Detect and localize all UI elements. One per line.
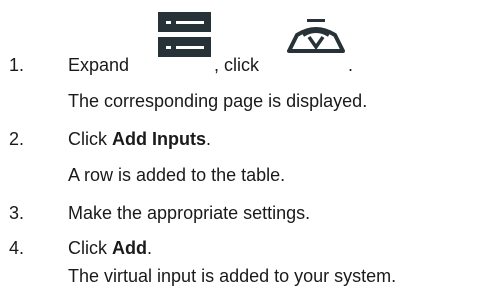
- step-1-middle-wrap: , click: [214, 55, 259, 76]
- step-2-prefix: Click: [68, 129, 112, 149]
- step-3-number: 3.: [9, 203, 25, 223]
- step-2-action-label: Add Inputs: [112, 129, 206, 149]
- step-2-result: A row is added to the table.: [68, 165, 286, 185]
- step-2-instruction: Click Add Inputs.: [68, 129, 211, 150]
- step-4-suffix: .: [147, 238, 153, 258]
- step-1-number: 1.: [9, 55, 25, 75]
- step-3-instruction: Make the appropriate settings.: [68, 203, 311, 223]
- step-4-number: 4.: [9, 238, 25, 258]
- step-1-suffix: .: [348, 55, 354, 75]
- virtual-input-icon: [287, 19, 345, 53]
- step-1-suffix-wrap: .: [348, 55, 353, 76]
- step-4-result: The virtual input is added to your syste…: [68, 266, 397, 286]
- server-rack-icon: [158, 12, 211, 58]
- step-1-prefix: Expand: [68, 55, 130, 75]
- step-2-number: 2.: [9, 129, 25, 149]
- step-4-instruction: Click Add.: [68, 238, 152, 259]
- step-1-middle: , click: [214, 55, 259, 75]
- step-1-instruction: Expand: [68, 55, 129, 76]
- step-2-suffix: .: [205, 129, 211, 149]
- step-4-action-label: Add: [112, 238, 147, 258]
- step-4-prefix: Click: [68, 238, 112, 258]
- step-1-result: The corresponding page is displayed.: [68, 91, 368, 111]
